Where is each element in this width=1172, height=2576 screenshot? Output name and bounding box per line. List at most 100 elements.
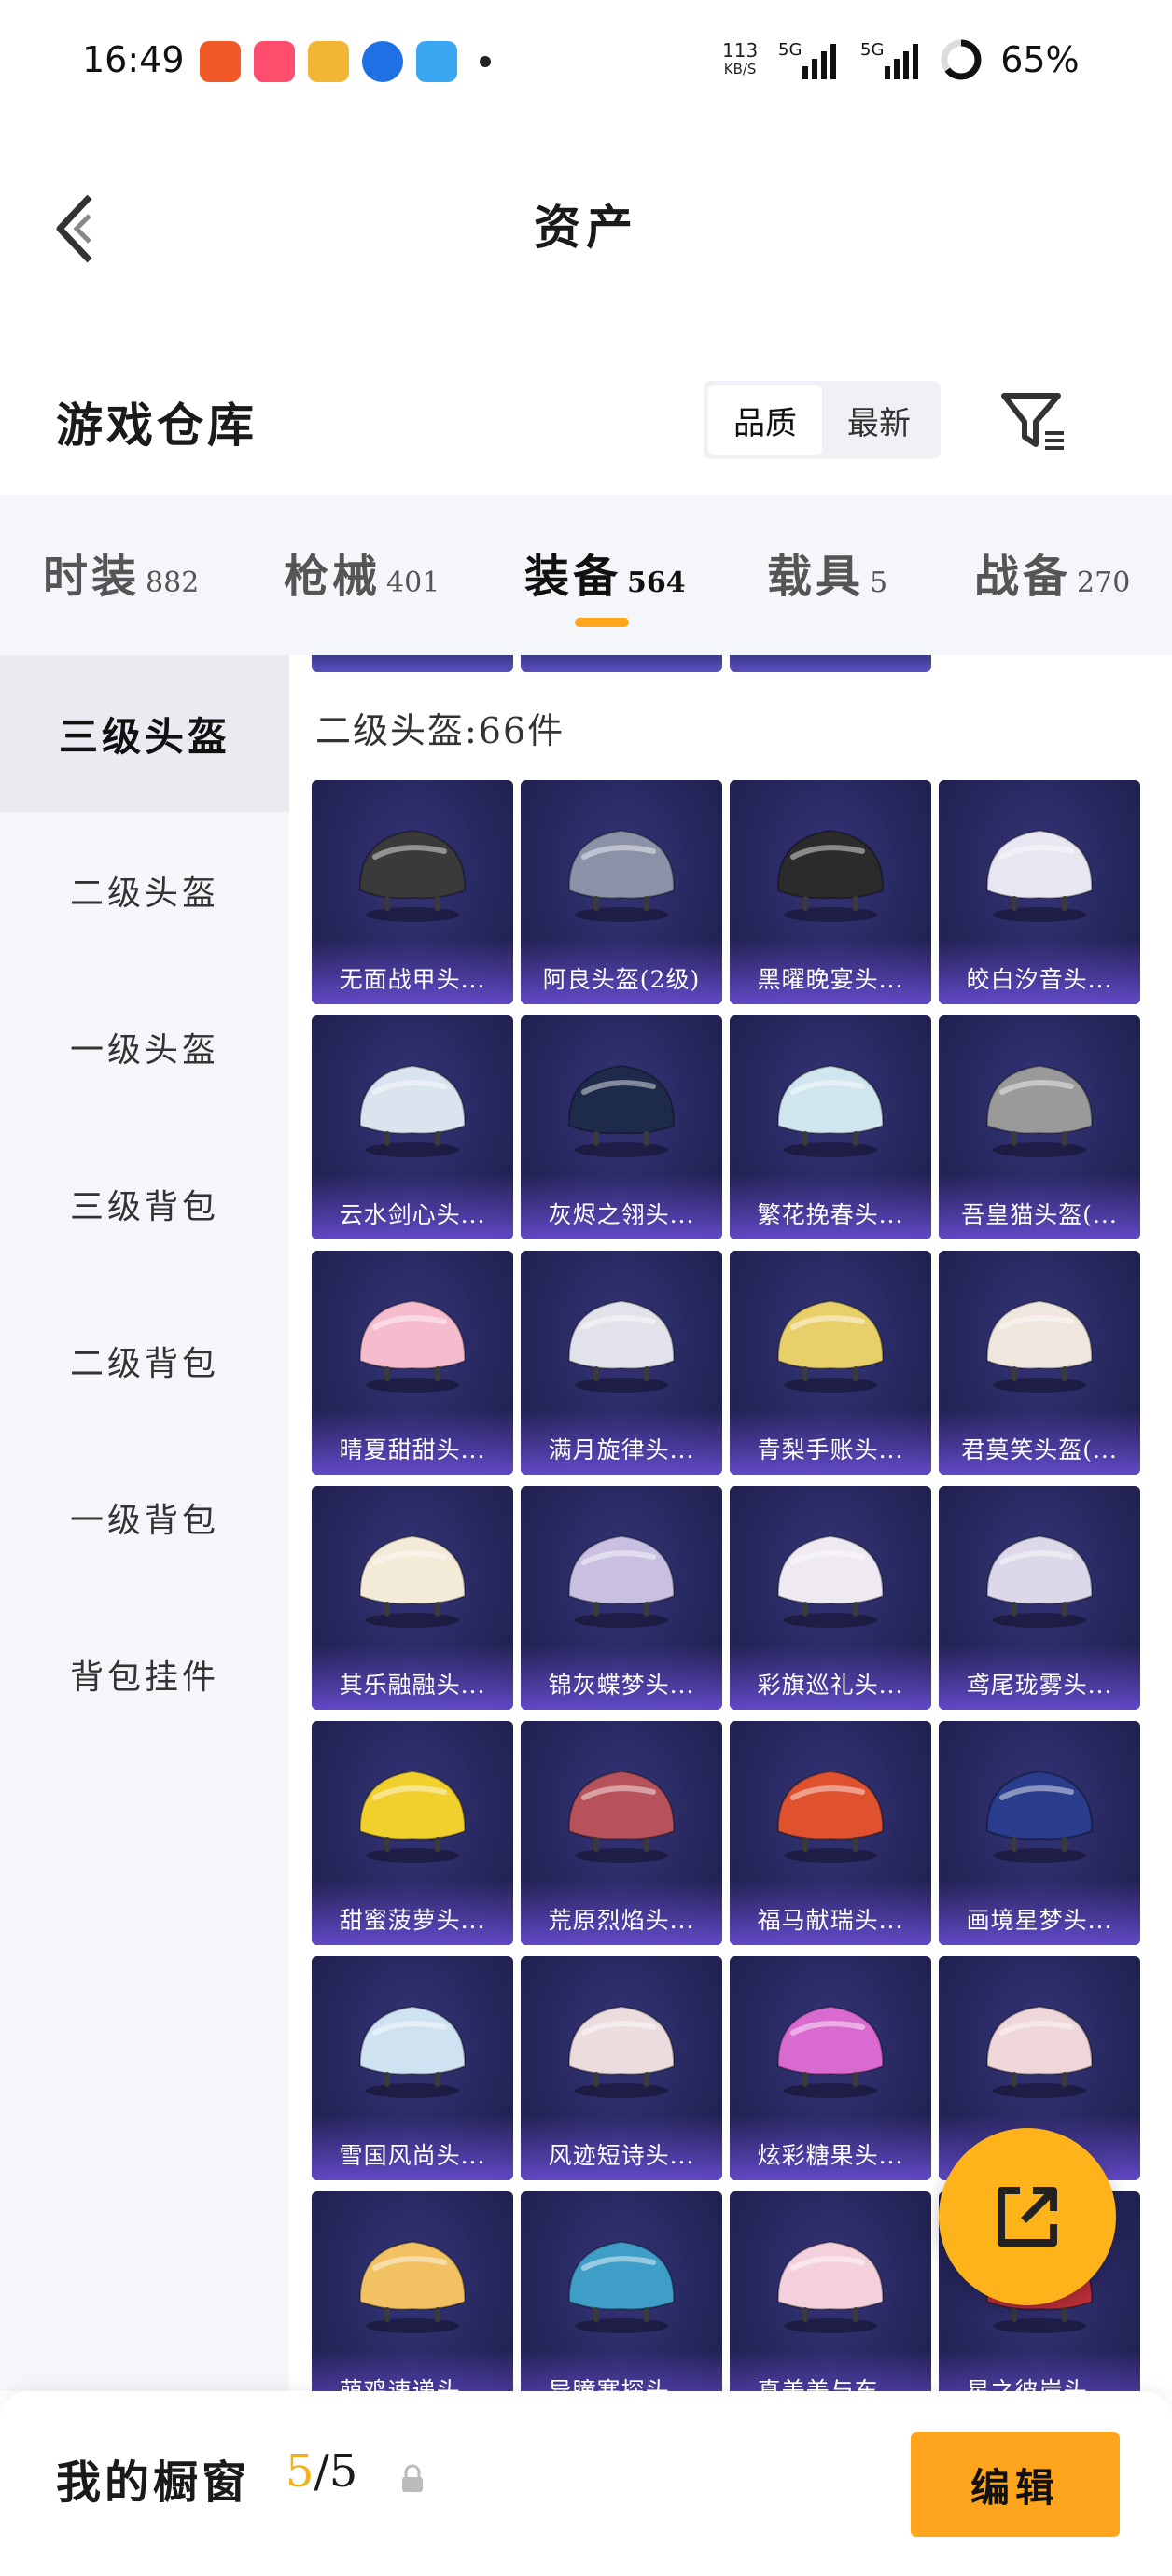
item-card[interactable]: 皎白汐音头... — [939, 780, 1140, 1004]
helmet-icon — [985, 829, 1094, 922]
showcase-total: 5 — [328, 2445, 358, 2498]
category-tabs: 时装 882 枪械 401 装备 564 载具 5 战备 270 — [0, 495, 1172, 655]
signal-icon: 5G — [860, 40, 919, 79]
active-tab-indicator — [575, 618, 629, 627]
tab-vehicles[interactable]: 载具 5 — [767, 539, 887, 605]
item-name: 异瞳寒探头... — [548, 2377, 695, 2391]
tab-label: 时装 — [43, 551, 141, 603]
tab-count: 270 — [1077, 567, 1131, 599]
item-card[interactable]: 无面战甲头... — [312, 780, 513, 1004]
app-notification-icon — [362, 41, 403, 82]
item-name: 黑曜晚宴头... — [757, 966, 904, 993]
item-name: 雪国风尚头... — [339, 2142, 486, 2169]
lock-icon — [402, 2464, 423, 2492]
sort-option-newest[interactable]: 最新 — [822, 385, 936, 455]
item-card[interactable]: 繁花挽春头... — [730, 1015, 931, 1239]
sidebar-item-level1-helmet[interactable]: 一级头盔 — [0, 969, 289, 1126]
previous-card-edge — [312, 655, 513, 672]
signal-icon: 5G — [778, 40, 837, 79]
share-button[interactable] — [939, 2128, 1116, 2305]
item-card[interactable]: 锦灰蝶梦头... — [521, 1486, 722, 1710]
item-card[interactable]: 异瞳寒探头... — [521, 2191, 722, 2391]
item-name: 鸢尾珑雾头... — [966, 1672, 1113, 1699]
item-card[interactable]: 吾皇猫头盔(... — [939, 1015, 1140, 1239]
tab-fashion[interactable]: 时装 882 — [43, 539, 199, 605]
item-card[interactable]: 满月旋律头... — [521, 1251, 722, 1475]
sort-toggle: 品质 最新 — [704, 381, 941, 459]
item-name: 其乐融融头... — [339, 1672, 486, 1699]
sidebar-item-backpack-charm[interactable]: 背包挂件 — [0, 1596, 289, 1753]
item-card[interactable]: 风迹短诗头... — [521, 1956, 722, 2180]
item-name: 真美美与东... — [757, 2377, 904, 2391]
sidebar-item-level1-backpack[interactable]: 一级背包 — [0, 1439, 289, 1596]
item-card[interactable]: 黑曜晚宴头... — [730, 780, 931, 1004]
item-name: 君莫笑头盔(... — [961, 1436, 1118, 1463]
helmet-icon — [776, 2240, 885, 2333]
tab-label: 载具 — [767, 551, 865, 603]
item-name: 满月旋律头... — [548, 1436, 695, 1463]
sidebar-item-level3-helmet[interactable]: 三级头盔 — [0, 655, 289, 812]
item-name: 福马献瑞头... — [757, 1907, 904, 1934]
tab-label: 枪械 — [284, 551, 382, 603]
edit-button[interactable]: 编辑 — [911, 2432, 1120, 2537]
tab-guns[interactable]: 枪械 401 — [284, 539, 440, 605]
item-card[interactable]: 荒原烈焰头... — [521, 1721, 722, 1945]
tab-label: 战备 — [974, 551, 1072, 603]
item-card[interactable]: 彩旗巡礼头... — [730, 1486, 931, 1710]
item-name: 风迹短诗头... — [548, 2142, 695, 2169]
app-header: 资产 — [0, 131, 1172, 308]
helmet-icon — [567, 1299, 676, 1393]
item-card[interactable]: 其乐融融头... — [312, 1486, 513, 1710]
filter-button[interactable] — [997, 385, 1071, 459]
app-notification-icon — [254, 41, 295, 82]
item-name: 无面战甲头... — [339, 966, 486, 993]
showcase-title: 我的橱窗 — [56, 2457, 251, 2509]
item-card[interactable]: 画境星梦头... — [939, 1721, 1140, 1945]
sort-option-quality[interactable]: 品质 — [708, 385, 822, 455]
item-name: 荒原烈焰头... — [548, 1907, 695, 1934]
item-name: 吾皇猫头盔(... — [961, 1201, 1118, 1228]
item-card[interactable]: 阿良头盔(2级) — [521, 780, 722, 1004]
item-name: 画境星梦头... — [966, 1907, 1113, 1934]
item-card[interactable]: 真美美与东... — [730, 2191, 931, 2391]
item-card[interactable]: 鸢尾珑雾头... — [939, 1486, 1140, 1710]
item-name: 灰烬之翎头... — [548, 1201, 695, 1228]
battery-percent: 65% — [1000, 39, 1080, 80]
item-card[interactable]: 甜蜜菠萝头... — [312, 1721, 513, 1945]
item-card[interactable]: 君莫笑头盔(... — [939, 1251, 1140, 1475]
helmet-icon — [776, 829, 885, 922]
item-card[interactable]: 晴夏甜甜头... — [312, 1251, 513, 1475]
speed-unit: KB/S — [723, 61, 757, 77]
helmet-icon — [358, 2240, 467, 2333]
item-card[interactable]: 福马献瑞头... — [730, 1721, 931, 1945]
item-card[interactable]: 灰烬之翎头... — [521, 1015, 722, 1239]
item-name: 晴夏甜甜头... — [339, 1436, 486, 1463]
helmet-icon — [985, 1770, 1094, 1863]
helmet-icon — [985, 1299, 1094, 1393]
item-card[interactable]: 炫彩糖果头... — [730, 1956, 931, 2180]
item-card[interactable]: 萌鸡速递头... — [312, 2191, 513, 2391]
item-name: 锦灰蝶梦头... — [548, 1672, 695, 1699]
app-notification-icon — [308, 41, 349, 82]
tab-count: 401 — [386, 567, 440, 599]
helmet-icon — [358, 1770, 467, 1863]
tab-combat-gear[interactable]: 战备 270 — [974, 539, 1130, 605]
helmet-icon — [567, 2005, 676, 2098]
item-card[interactable]: 雪国风尚头... — [312, 1956, 513, 2180]
sidebar-item-level3-backpack[interactable]: 三级背包 — [0, 1126, 289, 1282]
item-name: 皎白汐音头... — [966, 966, 1113, 993]
helmet-icon — [358, 1299, 467, 1393]
tab-equipment[interactable]: 装备 564 — [524, 539, 686, 605]
item-card[interactable]: 青梨手账头... — [730, 1251, 931, 1475]
status-bar: 16:49 113 KB/S 5G 5G 65% — [0, 0, 1172, 131]
helmet-icon — [567, 2240, 676, 2333]
sidebar-item-level2-backpack[interactable]: 二级背包 — [0, 1282, 289, 1439]
tab-label: 装备 — [524, 551, 622, 603]
sidebar-item-level2-helmet[interactable]: 二级头盔 — [0, 812, 289, 969]
share-out-icon — [998, 2187, 1057, 2247]
item-card[interactable]: 云水剑心头... — [312, 1015, 513, 1239]
page-title: 资产 — [534, 200, 638, 255]
status-right: 113 KB/S 5G 5G 65% — [722, 37, 1080, 82]
helmet-icon — [358, 1064, 467, 1157]
warehouse-header: 游戏仓库 品质 最新 — [0, 364, 1172, 476]
